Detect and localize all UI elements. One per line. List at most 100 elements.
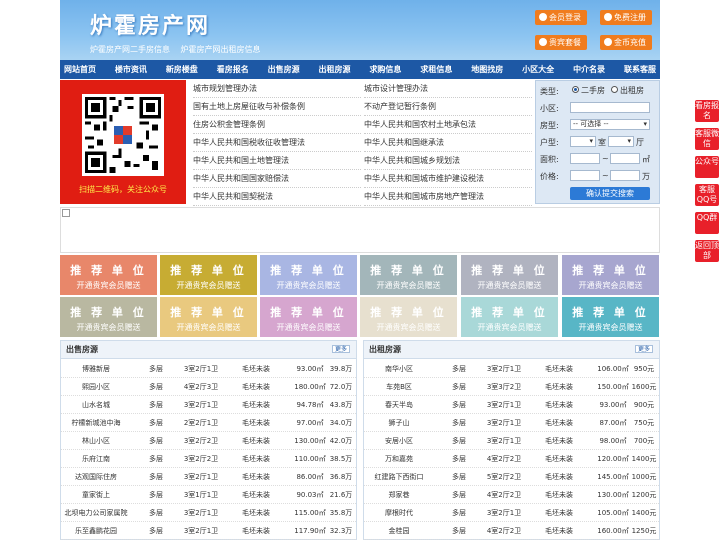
listing-name[interactable]: 摩根时代 <box>364 504 434 522</box>
ad-slot[interactable]: 推 荐 单 位开通贵宾会员赠送 <box>160 297 257 337</box>
listing-row[interactable]: 林山小区 多层 3室2厅2卫 毛坯未装 130.00㎡ 42.0万 <box>61 432 356 450</box>
listing-row[interactable]: 山水名城 多层 3室2厅1卫 毛坯未装 94.78㎡ 43.8万 <box>61 396 356 414</box>
listing-name[interactable]: 金桂园 <box>364 522 434 540</box>
area-max-input[interactable] <box>610 153 640 164</box>
ad-slot[interactable]: 推 荐 单 位开通贵宾会员赠送 <box>260 297 357 337</box>
policy-link[interactable]: 住房公积金管理条例 <box>193 116 361 134</box>
rent-more-button[interactable]: 更多 <box>635 345 653 353</box>
listing-row[interactable]: 春天半岛 多层 3室2厅1卫 毛坯未装 93.00㎡ 900元 <box>364 396 659 414</box>
side-viewing-signup-button[interactable]: 看房报名 <box>695 100 719 122</box>
listing-row[interactable]: 安居小区 多层 3室2厅1卫 毛坯未装 98.00㎡ 700元 <box>364 432 659 450</box>
listing-row[interactable]: 金桂园 多层 4室2厅2卫 毛坯未装 160.00㎡ 1250元 <box>364 522 659 540</box>
ad-slot[interactable]: 推 荐 单 位开通贵宾会员赠送 <box>60 255 157 295</box>
policy-link[interactable]: 国有土地上房屋征收与补偿条例 <box>193 98 361 116</box>
policy-link[interactable]: 中华人民共和国城市房地产管理法 <box>364 188 532 206</box>
listing-row[interactable]: 达观国际住房 多层 3室2厅1卫 毛坯未装 86.00㎡ 36.8万 <box>61 468 356 486</box>
nav-rent[interactable]: 出租房源 <box>319 60 351 79</box>
listing-name[interactable]: 安居小区 <box>364 432 434 450</box>
listing-row[interactable]: 南华小区 多层 3室2厅1卫 毛坯未装 106.00㎡ 950元 <box>364 360 659 378</box>
banner-image[interactable] <box>60 207 660 253</box>
listing-name[interactable]: 博雅新居 <box>61 360 131 378</box>
area-min-input[interactable] <box>570 153 600 164</box>
radio-rent[interactable] <box>611 86 618 93</box>
hall-select[interactable]: ▾ <box>608 136 634 147</box>
listing-name[interactable]: 北坝电力公司家属院 <box>61 504 131 522</box>
listing-name[interactable]: 山水名城 <box>61 396 131 414</box>
vip-package-button[interactable]: 贵宾套餐 <box>535 35 587 50</box>
listing-name[interactable]: 万和嘉苑 <box>364 450 434 468</box>
listing-name[interactable]: 车苑B区 <box>364 378 434 396</box>
listing-name[interactable]: 童家街上 <box>61 486 131 504</box>
policy-link[interactable]: 中华人民共和国城乡规划法 <box>364 152 532 170</box>
ad-slot[interactable]: 推 荐 单 位开通贵宾会员赠送 <box>360 255 457 295</box>
search-submit-button[interactable]: 确认提交搜索 <box>570 187 650 200</box>
listing-row[interactable]: 柠檬新城池中海 多层 2室2厅1卫 毛坯未装 97.00㎡ 34.0万 <box>61 414 356 432</box>
policy-link[interactable]: 不动产登记暂行条例 <box>364 98 532 116</box>
house-type-select[interactable]: -- 可选择 -- ▾ <box>570 119 650 130</box>
policy-link[interactable]: 中华人民共和国土地管理法 <box>193 152 361 170</box>
ad-slot[interactable]: 推 荐 单 位开通贵宾会员赠送 <box>60 297 157 337</box>
side-service-wechat-button[interactable]: 客服微信 <box>695 128 719 150</box>
nav-buy-requests[interactable]: 求购信息 <box>369 60 401 79</box>
nav-viewing-signup[interactable]: 看房报名 <box>217 60 249 79</box>
listing-name[interactable]: 郑家巷 <box>364 486 434 504</box>
policy-link[interactable]: 城市设计管理办法 <box>364 80 532 98</box>
listing-row[interactable]: 摩根时代 多层 3室2厅1卫 毛坯未装 105.00㎡ 1400元 <box>364 504 659 522</box>
policy-link[interactable]: 中华人民共和国税收征收管理法 <box>193 134 361 152</box>
listing-name[interactable]: 达观国际住房 <box>61 468 131 486</box>
listing-row[interactable]: 北坝电力公司家属院 多层 3室2厅1卫 毛坯未装 115.00㎡ 35.8万 <box>61 504 356 522</box>
listing-name[interactable]: 春天半岛 <box>364 396 434 414</box>
ad-slot[interactable]: 推 荐 单 位开通贵宾会员赠送 <box>562 297 659 337</box>
nav-rent-requests[interactable]: 求租信息 <box>420 60 452 79</box>
listing-name[interactable]: 狮子山 <box>364 414 434 432</box>
ad-slot[interactable]: 推 荐 单 位开通贵宾会员赠送 <box>260 255 357 295</box>
ad-slot[interactable]: 推 荐 单 位开通贵宾会员赠送 <box>461 255 558 295</box>
site-logo[interactable]: 炉霍房产网 <box>90 8 210 40</box>
policy-link[interactable]: 中华人民共和国农村土地承包法 <box>364 116 532 134</box>
listing-name[interactable]: 红建路下西街口 <box>364 468 434 486</box>
listing-row[interactable]: 乐府江南 多层 3室2厅2卫 毛坯未装 110.00㎡ 38.5万 <box>61 450 356 468</box>
listing-name[interactable]: 乐府江南 <box>61 450 131 468</box>
login-button[interactable]: 会员登录 <box>535 10 587 25</box>
nav-contact[interactable]: 联系客服 <box>624 60 656 79</box>
register-button[interactable]: 免费注册 <box>600 10 652 25</box>
listing-row[interactable]: 童家街上 多层 3室1厅1卫 毛坯未装 90.03㎡ 21.6万 <box>61 486 356 504</box>
price-min-input[interactable] <box>570 170 600 181</box>
rent-info-link[interactable]: 炉霍房产网出租房信息 <box>181 45 261 54</box>
listing-row[interactable]: 郑家巷 多层 4室2厅2卫 毛坯未装 130.00㎡ 1200元 <box>364 486 659 504</box>
listing-name[interactable]: 林山小区 <box>61 432 131 450</box>
nav-news[interactable]: 楼市资讯 <box>115 60 147 79</box>
listing-row[interactable]: 车苑B区 多层 3室3厅2卫 毛坯未装 150.00㎡ 1600元 <box>364 378 659 396</box>
listing-name[interactable]: 熙园小区 <box>61 378 131 396</box>
nav-map[interactable]: 地图找房 <box>471 60 503 79</box>
side-official-account-button[interactable]: 公众号 <box>695 156 719 178</box>
nav-communities[interactable]: 小区大全 <box>522 60 554 79</box>
price-max-input[interactable] <box>610 170 640 181</box>
listing-name[interactable]: 柠檬新城池中海 <box>61 414 131 432</box>
sale-info-link[interactable]: 炉霍房产网二手房信息 <box>90 45 170 54</box>
side-qq-group-button[interactable]: QQ群 <box>695 212 719 234</box>
nav-sale[interactable]: 出售房源 <box>268 60 300 79</box>
ad-slot[interactable]: 推 荐 单 位开通贵宾会员赠送 <box>160 255 257 295</box>
nav-home[interactable]: 网站首页 <box>64 60 96 79</box>
policy-link[interactable]: 中华人民共和国继承法 <box>364 134 532 152</box>
nav-agents[interactable]: 中介名录 <box>573 60 605 79</box>
ad-slot[interactable]: 推 荐 单 位开通贵宾会员赠送 <box>360 297 457 337</box>
recharge-button[interactable]: 金币充值 <box>600 35 652 50</box>
listing-name[interactable]: 南华小区 <box>364 360 434 378</box>
side-service-qq-button[interactable]: 客服QQ号 <box>695 184 719 206</box>
radio-sale[interactable] <box>572 86 579 93</box>
policy-link[interactable]: 城市规划管理办法 <box>193 80 361 98</box>
policy-link[interactable]: 中华人民共和国契税法 <box>193 188 361 206</box>
sale-more-button[interactable]: 更多 <box>332 345 350 353</box>
listing-row[interactable]: 狮子山 多层 3室2厅1卫 毛坯未装 87.00㎡ 750元 <box>364 414 659 432</box>
ad-slot[interactable]: 推 荐 单 位开通贵宾会员赠送 <box>562 255 659 295</box>
listing-name[interactable]: 乐至鑫鹏花园 <box>61 522 131 540</box>
side-back-to-top-button[interactable]: 返回顶部 <box>695 240 719 262</box>
community-input[interactable] <box>570 102 650 113</box>
listing-row[interactable]: 红建路下西街口 多层 5室2厅2卫 毛坯未装 145.00㎡ 1000元 <box>364 468 659 486</box>
listing-row[interactable]: 万和嘉苑 多层 4室2厅2卫 毛坯未装 120.00㎡ 1400元 <box>364 450 659 468</box>
policy-link[interactable]: 中华人民共和国国家赔偿法 <box>193 170 361 188</box>
listing-row[interactable]: 乐至鑫鹏花园 多层 3室2厅1卫 毛坯未装 117.90㎡ 32.3万 <box>61 522 356 540</box>
nav-new-homes[interactable]: 新房楼盘 <box>166 60 198 79</box>
